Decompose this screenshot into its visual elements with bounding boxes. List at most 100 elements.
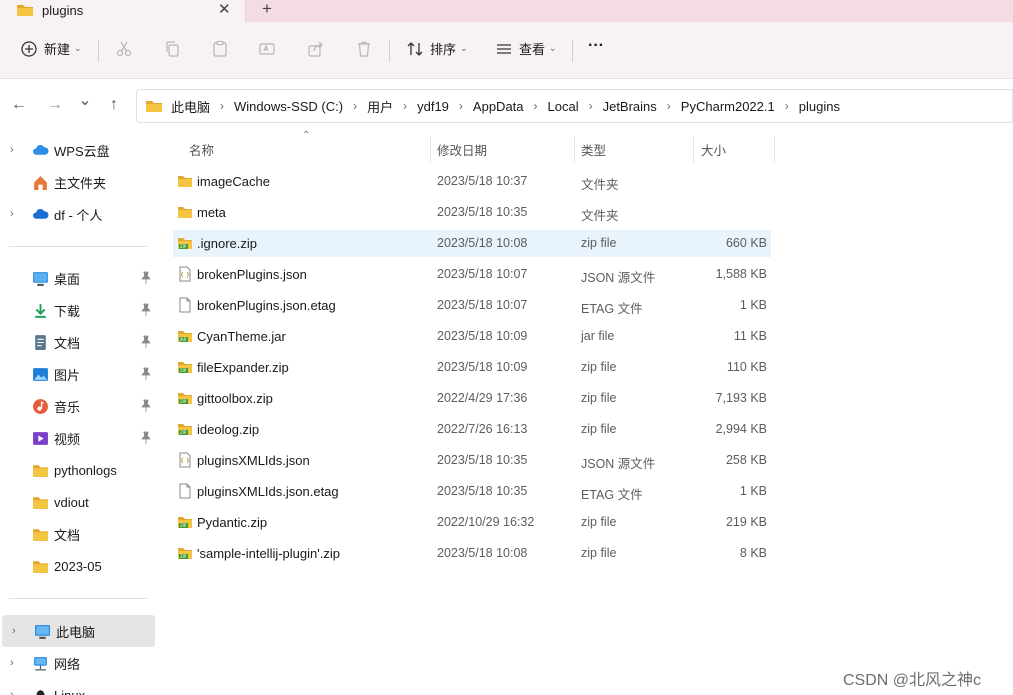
breadcrumb-item[interactable]: ydf19	[417, 99, 449, 114]
new-tab-button[interactable]: +	[262, 0, 272, 19]
sidebar-item[interactable]: › WPS云盘	[0, 134, 155, 166]
file-name: ideolog.zip	[197, 422, 260, 437]
recent-locations-button[interactable]: ⌄	[76, 92, 94, 110]
back-button[interactable]: ←	[10, 96, 28, 114]
breadcrumb-item[interactable]: Windows-SSD (C:)	[234, 99, 343, 114]
file-row[interactable]: pluginsXMLIds.json 2023/5/18 10:35 JSON 源文…	[173, 447, 771, 474]
chevron-right-icon[interactable]: ›	[10, 208, 14, 220]
sidebar-item[interactable]: 图片	[0, 358, 155, 390]
file-type: zip file	[581, 236, 617, 250]
file-row[interactable]: ZIP ideolog.zip 2022/7/26 16:13 zip file 2,9…	[173, 416, 771, 443]
blank-file-icon	[179, 297, 191, 313]
new-button[interactable]: 新建 ⌄	[20, 39, 82, 58]
sidebar-item[interactable]: › df - 个人	[0, 198, 155, 230]
chevron-down-icon: ⌄	[549, 43, 557, 53]
cloud-icon	[33, 144, 49, 155]
file-date-modified: 2022/10/29 16:32	[437, 515, 535, 529]
file-row[interactable]: ZIP .ignore.zip 2023/5/18 10:08 zip file 660…	[173, 230, 771, 257]
breadcrumb-separator[interactable]: ›	[534, 99, 538, 113]
view-button[interactable]: 查看 ⌄	[495, 39, 557, 58]
breadcrumb-separator[interactable]: ›	[785, 99, 789, 113]
file-row[interactable]: ZIP gittoolbox.zip 2022/4/29 17:36 zip file…	[173, 385, 771, 412]
sidebar-item[interactable]: 下载	[0, 294, 155, 326]
breadcrumb-item[interactable]: Local	[548, 99, 579, 114]
file-row[interactable]: pluginsXMLIds.json.etag 2023/5/18 10:35 ET…	[173, 478, 771, 505]
column-header-date[interactable]: 修改日期	[437, 140, 487, 159]
toolbar-divider	[572, 40, 573, 62]
file-type: zip file	[581, 546, 617, 560]
tab-plugins[interactable]: plugins ✕	[0, 0, 246, 22]
sidebar-item[interactable]: 桌面	[0, 262, 155, 294]
breadcrumb-item[interactable]: JetBrains	[603, 99, 657, 114]
forward-button[interactable]: →	[46, 96, 64, 114]
sidebar-item[interactable]: › 此电脑	[2, 615, 155, 647]
sort-button[interactable]: 排序 ⌄	[406, 39, 468, 58]
column-divider[interactable]	[574, 136, 575, 163]
file-row[interactable]: brokenPlugins.json 2023/5/18 10:07 JSON 源文…	[173, 261, 771, 288]
breadcrumb-item[interactable]: 用户	[367, 97, 393, 116]
breadcrumb-item[interactable]: PyCharm2022.1	[681, 99, 775, 114]
cut-icon[interactable]	[115, 40, 133, 58]
column-divider[interactable]	[774, 136, 775, 163]
file-size: 1 KB	[739, 484, 767, 498]
more-options-button[interactable]: ···	[588, 37, 604, 55]
breadcrumb-item[interactable]: plugins	[799, 99, 840, 114]
breadcrumb-separator[interactable]: ›	[220, 99, 224, 113]
up-button[interactable]: ↑	[105, 96, 123, 114]
column-divider[interactable]	[430, 136, 431, 163]
sidebar-item[interactable]: 主文件夹	[0, 166, 155, 198]
file-row[interactable]: JAR CyanTheme.jar 2023/5/18 10:09 jar file 1…	[173, 323, 771, 350]
share-icon[interactable]	[307, 40, 325, 58]
sidebar-item[interactable]: 音乐	[0, 390, 155, 422]
file-row[interactable]: ZIP 'sample-intellij-plugin'.zip 2023/5/18…	[173, 540, 771, 567]
breadcrumb-separator[interactable]: ›	[459, 99, 463, 113]
file-name: meta	[197, 205, 226, 220]
file-row[interactable]: ZIP fileExpander.zip 2023/5/18 10:09 zip fi…	[173, 354, 771, 381]
chevron-right-icon[interactable]: ›	[10, 144, 14, 156]
sidebar-item[interactable]: › 网络	[0, 647, 155, 679]
copy-icon[interactable]	[163, 40, 181, 58]
desktop-icon	[33, 272, 48, 286]
folder-icon	[146, 101, 162, 112]
breadcrumb-separator[interactable]: ›	[667, 99, 671, 113]
sidebar-item[interactable]: 视频	[0, 422, 155, 454]
close-tab-button[interactable]: ✕	[218, 0, 231, 18]
file-name: CyanTheme.jar	[197, 329, 286, 344]
file-row[interactable]: ZIP Pydantic.zip 2022/10/29 16:32 zip file 2…	[173, 509, 771, 536]
sidebar-item[interactable]: vdiout	[0, 486, 155, 518]
file-type: jar file	[581, 329, 615, 343]
column-divider[interactable]	[693, 136, 694, 163]
sidebar-item[interactable]: 文档	[0, 326, 155, 358]
chevron-right-icon[interactable]: ›	[10, 657, 14, 669]
address-bar[interactable]: 此电脑 › Windows-SSD (C:) › 用户 › ydf19 › AppData › Lo…	[136, 89, 1013, 123]
paste-icon[interactable]	[211, 40, 229, 58]
file-date-modified: 2023/5/18 10:08	[437, 546, 528, 560]
file-row[interactable]: meta 2023/5/18 10:35 文件夹	[173, 199, 771, 226]
file-row[interactable]: brokenPlugins.json.etag 2023/5/18 10:07 ET…	[173, 292, 771, 319]
delete-icon[interactable]	[355, 40, 373, 58]
column-header-type[interactable]: 类型	[581, 140, 606, 159]
download-icon	[35, 304, 46, 318]
sidebar-item[interactable]: pythonlogs	[0, 454, 155, 486]
file-date-modified: 2023/5/18 10:35	[437, 453, 528, 467]
file-size: 11 KB	[733, 329, 767, 343]
breadcrumb-item[interactable]: 此电脑	[171, 97, 210, 116]
column-header-name[interactable]: 名称	[189, 140, 214, 159]
chevron-right-icon[interactable]: ›	[10, 689, 14, 695]
file-name: brokenPlugins.json.etag	[197, 298, 336, 313]
tab-title: plugins	[42, 3, 84, 18]
toolbar-divider	[98, 40, 99, 62]
breadcrumb-separator[interactable]: ›	[589, 99, 593, 113]
breadcrumb-item[interactable]: AppData	[473, 99, 524, 114]
column-header-size[interactable]: 大小	[701, 140, 726, 159]
sidebar-item[interactable]: 文档	[0, 518, 155, 550]
sidebar-item[interactable]: 2023-05	[0, 550, 155, 582]
breadcrumb-separator[interactable]: ›	[353, 99, 357, 113]
folder-icon	[33, 529, 48, 541]
zip-icon: ZIP	[178, 548, 192, 559]
sidebar-item[interactable]: › Linux	[0, 679, 155, 695]
file-row[interactable]: imageCache 2023/5/18 10:37 文件夹	[173, 168, 771, 195]
chevron-right-icon[interactable]: ›	[12, 625, 16, 637]
rename-icon[interactable]	[258, 40, 276, 58]
breadcrumb-separator[interactable]: ›	[403, 99, 407, 113]
